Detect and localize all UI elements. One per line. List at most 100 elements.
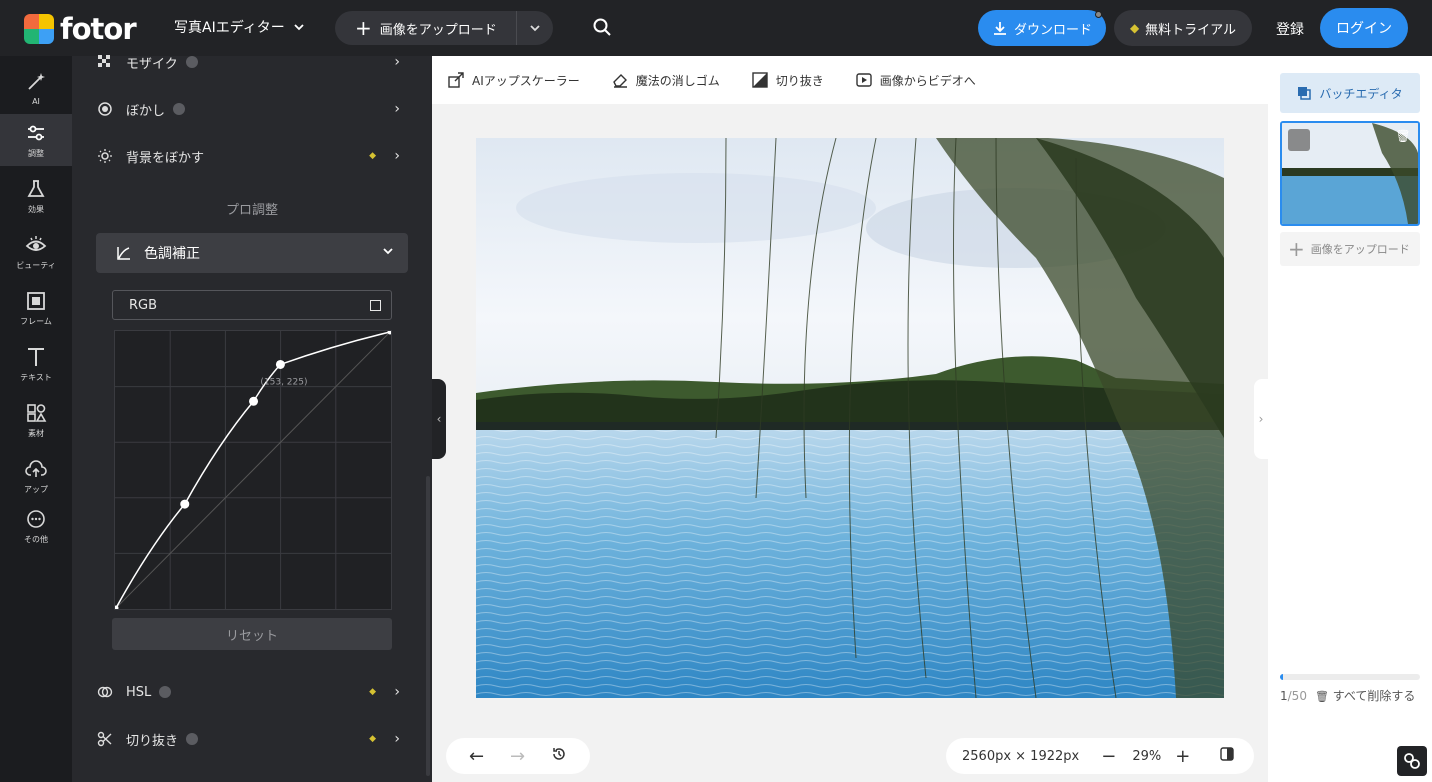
rail-label: ビューティ: [16, 260, 56, 270]
rail-label: その他: [24, 534, 48, 544]
fotor-logo[interactable]: fotor: [24, 12, 137, 46]
collapse-right-panel-button[interactable]: ›: [1254, 379, 1268, 459]
crop-row[interactable]: 切り抜き ◆ ›: [96, 719, 416, 759]
hsl-row[interactable]: HSL ◆ ›: [96, 672, 416, 712]
identity-line: [115, 331, 391, 609]
rail-label: 調整: [28, 148, 44, 158]
trial-label: 無料トライアル: [1145, 22, 1237, 38]
upload-button-group: + 画像をアップロード: [335, 11, 553, 45]
collapse-left-panel-button[interactable]: ‹: [432, 379, 446, 459]
chevron-down-icon: [294, 24, 304, 31]
ai-upscaler-label: AIアップスケーラー: [472, 73, 580, 88]
chevron-right-icon: ›: [394, 731, 400, 747]
video-icon: [856, 73, 872, 87]
pro-badge-icon: [185, 56, 198, 68]
redo-button[interactable]: →: [510, 746, 525, 767]
canvas-workspace: AIアップスケーラー 魔法の消しゴム 切り抜き 画像からビデオへ ‹ › ← →…: [432, 56, 1268, 782]
rail-item-upload[interactable]: アップ: [0, 450, 72, 502]
more-icon: [27, 509, 45, 528]
elements-icon: [27, 403, 47, 422]
curves-label: 色調補正: [144, 246, 200, 262]
sliders-icon: [28, 125, 44, 140]
link-icon: [1404, 753, 1420, 769]
rail-item-frame[interactable]: フレーム: [0, 282, 72, 334]
search-button[interactable]: [592, 17, 614, 39]
eye-icon: [25, 235, 47, 251]
rail-item-more[interactable]: その他: [0, 500, 72, 552]
help-widget-button[interactable]: [1397, 746, 1427, 776]
delete-all-label: すべて削除する: [1332, 689, 1416, 703]
zoom-level: 29%: [1132, 748, 1162, 764]
curves-header[interactable]: 色調補正: [96, 233, 408, 273]
notification-dot: [1095, 11, 1102, 18]
rail-item-beauty[interactable]: ビューティ: [0, 226, 72, 278]
chevron-right-icon: ›: [1258, 412, 1264, 426]
logo-text: fotor: [60, 12, 137, 46]
rail-label: テキスト: [20, 372, 52, 382]
zoom-in-button[interactable]: +: [1175, 746, 1190, 767]
rail-item-text[interactable]: テキスト: [0, 338, 72, 390]
rail-item-elements[interactable]: 素材: [0, 394, 72, 446]
curve-control-point[interactable]: [180, 499, 190, 509]
add-image-label: 画像をアップロード: [1310, 242, 1410, 256]
rail-item-effects[interactable]: 効果: [0, 170, 72, 222]
premium-gem-icon: ◆: [369, 151, 376, 161]
rail-item-ai[interactable]: AI: [0, 62, 72, 114]
download-button[interactable]: ダウンロード: [978, 10, 1106, 46]
eraser-icon: [612, 74, 627, 88]
editor-mode-select[interactable]: 写真AIエディター: [174, 17, 305, 37]
login-button[interactable]: ログイン: [1320, 8, 1408, 48]
batch-panel: バッチエディタ 🗑 + 画像をアップロード 1/50 🗑 すべて削除する: [1268, 56, 1432, 782]
magic-eraser-button[interactable]: 魔法の消しゴム: [612, 72, 720, 89]
square-icon: [370, 300, 381, 311]
curve-control-point[interactable]: [275, 359, 285, 369]
upload-options-button[interactable]: [517, 22, 553, 34]
compare-button[interactable]: [1220, 747, 1235, 765]
blur-row[interactable]: ぼかし ›: [96, 89, 416, 129]
curve-editor[interactable]: (153, 225): [113, 329, 393, 611]
batch-editor-button[interactable]: バッチエディタ: [1280, 73, 1420, 113]
undo-button[interactable]: ←: [469, 746, 484, 767]
panel-scrollbar[interactable]: [426, 476, 430, 776]
register-link[interactable]: 登録: [1276, 19, 1304, 39]
rail-item-adjust[interactable]: 調整: [0, 114, 72, 166]
curve-control-point[interactable]: [249, 396, 259, 406]
image-to-video-button[interactable]: 画像からビデオへ: [856, 72, 976, 89]
upload-image-button[interactable]: + 画像をアップロード: [335, 11, 517, 45]
curve-icon: [117, 247, 130, 260]
edited-photo[interactable]: [476, 138, 1224, 698]
cutout-button[interactable]: 切り抜き: [752, 72, 824, 89]
history-button[interactable]: [551, 746, 567, 767]
blur-label: ぼかし: [126, 103, 166, 119]
curve-canvas[interactable]: (153, 225): [113, 329, 393, 611]
upscale-icon: [448, 72, 464, 88]
chevron-down-icon: [530, 25, 540, 32]
download-label: ダウンロード: [1013, 22, 1092, 38]
add-image-button[interactable]: + 画像をアップロード: [1280, 232, 1420, 266]
channel-select[interactable]: RGB: [112, 290, 392, 320]
image-thumbnail[interactable]: 🗑: [1280, 121, 1420, 226]
left-tool-rail: AI 調整 効果 ビューティ フレーム テキスト 素材 アップ その他: [0, 56, 72, 782]
point-coordinate-label: (153, 225): [260, 377, 307, 387]
layers-icon: [1298, 87, 1312, 100]
delete-all-button[interactable]: 🗑 すべて削除する: [1315, 687, 1415, 704]
pro-badge-icon: [173, 103, 186, 115]
trash-icon: 🗑: [1314, 690, 1329, 703]
zoom-out-button[interactable]: −: [1101, 746, 1116, 767]
image-count: 1/50: [1280, 689, 1307, 703]
free-trial-button[interactable]: ◆ 無料トライアル: [1114, 10, 1252, 46]
image-count-progress: [1280, 674, 1420, 680]
chevron-right-icon: ›: [394, 101, 400, 117]
diamond-icon: ◆: [1129, 21, 1140, 35]
adjust-panel: モザイク › ぼかし › 背景をぼかす ◆ › プロ調整 色調補正 RGB (1…: [72, 54, 432, 782]
plus-icon: +: [1288, 236, 1305, 261]
ai-upscaler-button[interactable]: AIアップスケーラー: [448, 72, 580, 89]
trash-icon[interactable]: 🗑: [1394, 129, 1412, 147]
history-controls: ← →: [446, 738, 590, 774]
channel-value: RGB: [129, 297, 158, 313]
background-blur-label: 背景をぼかす: [126, 150, 205, 166]
download-icon: [993, 22, 1006, 35]
background-blur-row[interactable]: 背景をぼかす ◆ ›: [96, 136, 416, 176]
mosaic-row[interactable]: モザイク ›: [96, 42, 416, 82]
reset-button[interactable]: リセット: [112, 618, 392, 650]
